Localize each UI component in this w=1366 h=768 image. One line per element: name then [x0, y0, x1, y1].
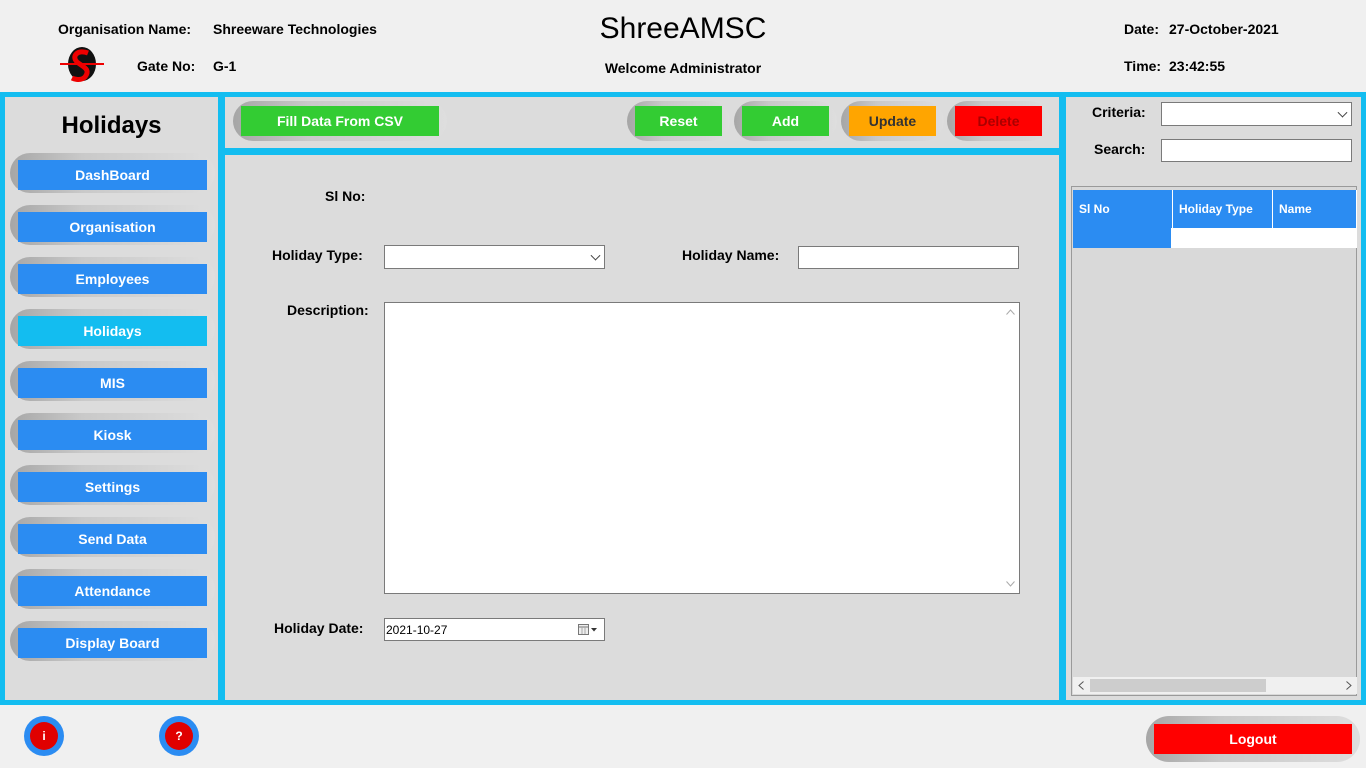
table-row[interactable]: [1073, 228, 1357, 248]
sidebar-item-employees[interactable]: Employees: [18, 264, 207, 294]
sidebar-pill: Organisation: [10, 205, 215, 245]
reset-pill: Reset: [627, 101, 730, 141]
nav-title: Holidays: [61, 112, 162, 139]
help-button[interactable]: ?: [159, 716, 199, 756]
table-cell-name: [1273, 228, 1357, 248]
holiday-type-label: Holiday Type:: [272, 247, 363, 263]
sidebar-pill: Display Board: [10, 621, 215, 661]
scrollbar-thumb[interactable]: [1090, 679, 1266, 692]
search-label: Search:: [1094, 141, 1146, 157]
sidebar-item-mis[interactable]: MIS: [18, 368, 207, 398]
sidebar-pill: Attendance: [10, 569, 215, 609]
update-button[interactable]: Update: [849, 106, 936, 136]
search-input[interactable]: [1161, 139, 1352, 162]
criteria-select[interactable]: [1161, 102, 1352, 126]
logout-pill: Logout: [1146, 716, 1360, 762]
sidebar-item-send-data[interactable]: Send Data: [18, 524, 207, 554]
holiday-name-input[interactable]: [798, 246, 1019, 269]
date-value: 27-October-2021: [1169, 21, 1279, 37]
calendar-dropdown-icon[interactable]: [578, 624, 598, 636]
description-textarea[interactable]: [384, 302, 1020, 594]
sl-no-label: Sl No:: [325, 188, 366, 204]
add-button[interactable]: Add: [742, 106, 829, 136]
scroll-up-icon: [1006, 309, 1015, 315]
sidebar-item-attendance[interactable]: Attendance: [18, 576, 207, 606]
holiday-grid[interactable]: Sl No Holiday Type Name: [1071, 186, 1357, 696]
fill-csv-pill: Fill Data From CSV: [233, 101, 447, 141]
table-cell-holiday-type: [1173, 228, 1273, 248]
holiday-date-value: 2021-10-27: [386, 623, 448, 637]
grid-header-holiday-type[interactable]: Holiday Type: [1173, 190, 1273, 228]
info-icon: i: [30, 722, 58, 750]
table-cell-sl-no: [1073, 228, 1171, 248]
description-label: Description:: [287, 302, 369, 318]
sidebar-item-display-board[interactable]: Display Board: [18, 628, 207, 658]
time-label: Time:: [1124, 58, 1162, 74]
description-scrollbar[interactable]: [1002, 303, 1019, 593]
sidebar-item-dashboard[interactable]: DashBoard: [18, 160, 207, 190]
add-pill: Add: [734, 101, 837, 141]
holiday-date-picker[interactable]: 2021-10-27: [384, 618, 605, 641]
date-label: Date:: [1124, 21, 1160, 37]
delete-button[interactable]: Delete: [955, 106, 1042, 136]
sidebar-item-holidays[interactable]: Holidays: [18, 316, 207, 346]
help-icon: ?: [165, 722, 193, 750]
welcome-text: Welcome Administrator: [604, 60, 762, 76]
holiday-date-label: Holiday Date:: [274, 620, 364, 636]
grid-header-sl-no[interactable]: Sl No: [1073, 190, 1173, 228]
grid-horizontal-scrollbar[interactable]: [1073, 677, 1357, 694]
sidebar-pill: Kiosk: [10, 413, 215, 453]
sidebar-pill: MIS: [10, 361, 215, 401]
sidebar-item-organisation[interactable]: Organisation: [18, 212, 207, 242]
holiday-name-label: Holiday Name:: [682, 247, 780, 263]
chevron-down-icon: [590, 250, 601, 261]
fill-csv-button[interactable]: Fill Data From CSV: [241, 106, 439, 136]
scroll-left-icon[interactable]: [1078, 681, 1084, 690]
grid-header-name[interactable]: Name: [1273, 190, 1357, 228]
criteria-label: Criteria:: [1092, 104, 1146, 120]
scroll-right-icon[interactable]: [1346, 681, 1352, 690]
app-title: ShreeAMSC: [599, 12, 767, 45]
sidebar-pill: Employees: [10, 257, 215, 297]
sidebar-item-settings[interactable]: Settings: [18, 472, 207, 502]
chevron-down-icon: [1337, 107, 1348, 118]
sidebar-pill: Send Data: [10, 517, 215, 557]
logout-button[interactable]: Logout: [1154, 724, 1352, 754]
sidebar-item-kiosk[interactable]: Kiosk: [18, 420, 207, 450]
time-value: 23:42:55: [1169, 58, 1226, 74]
delete-pill: Delete: [947, 101, 1050, 141]
update-pill: Update: [841, 101, 944, 141]
scroll-down-icon: [1006, 581, 1015, 587]
holiday-type-select[interactable]: [384, 245, 605, 269]
sidebar-pill: Settings: [10, 465, 215, 505]
sidebar-pill: DashBoard: [10, 153, 215, 193]
info-button[interactable]: i: [24, 716, 64, 756]
sidebar-pill: Holidays: [10, 309, 215, 349]
reset-button[interactable]: Reset: [635, 106, 722, 136]
